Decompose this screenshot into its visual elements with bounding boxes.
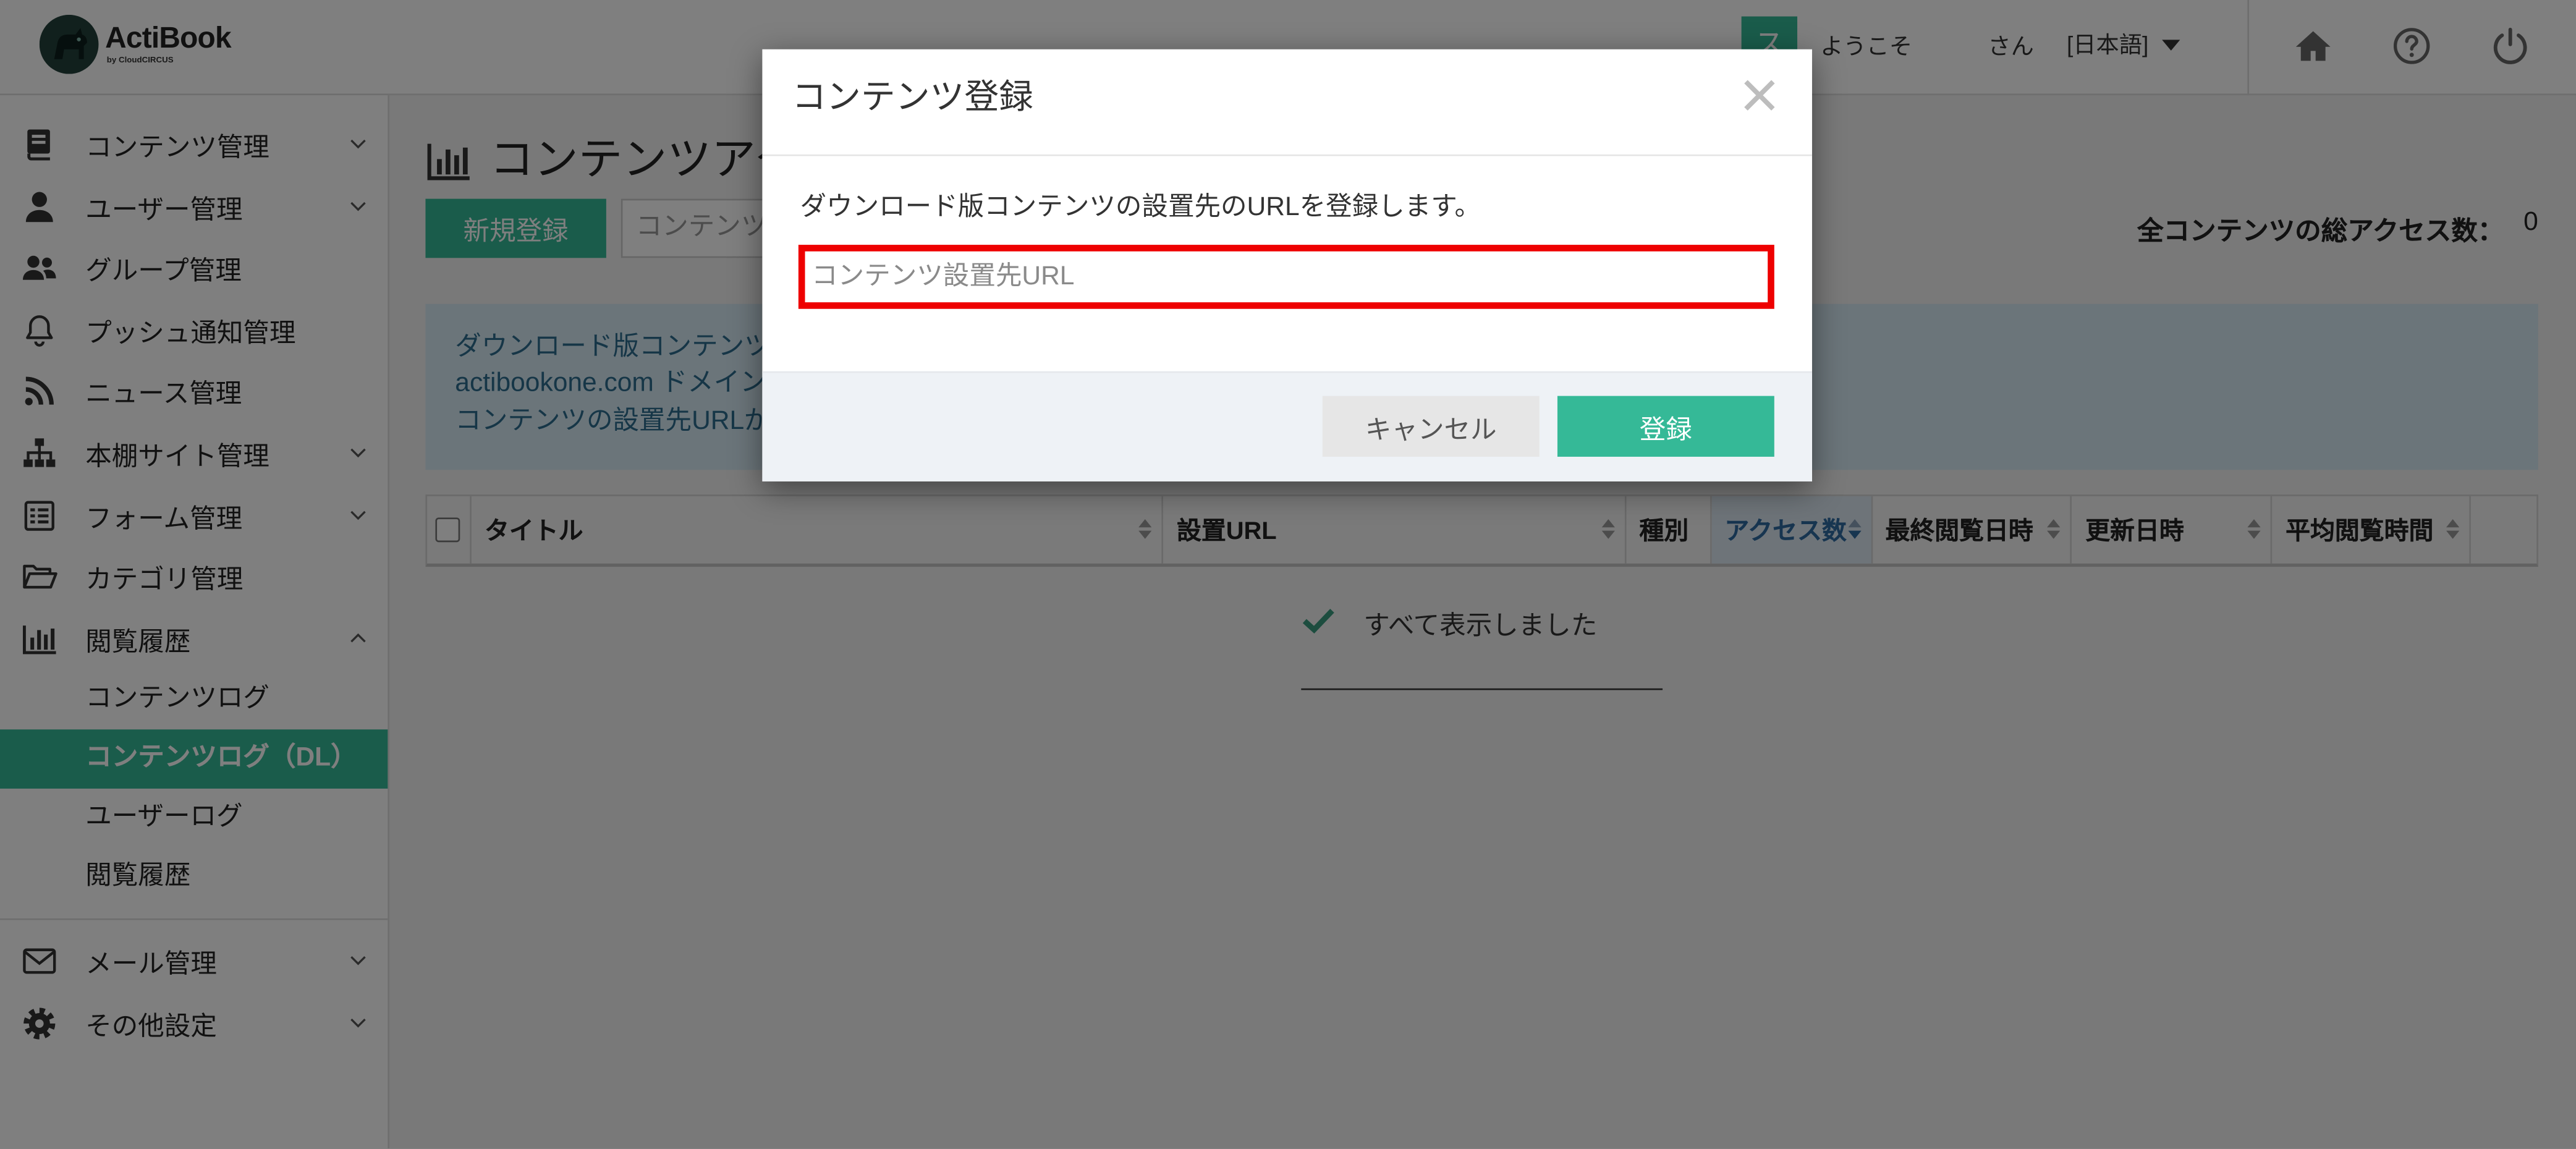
content-registration-dialog: コンテンツ登録 ダウンロード版コンテンツの設置先のURLを登録します。 キャンセ… [762, 49, 1812, 481]
dialog-description: ダウンロード版コンテンツの設置先のURLを登録します。 [800, 193, 1481, 222]
close-icon [1740, 77, 1779, 113]
register-button[interactable]: 登録 [1557, 396, 1774, 457]
app-window: ActiBook by CloudCIRCUS ス ようこそ さん [日本語] [0, 0, 2576, 1149]
dialog-footer: キャンセル 登録 [762, 371, 1812, 481]
dialog-header: コンテンツ登録 [762, 49, 1812, 156]
content-url-input[interactable] [798, 245, 1774, 309]
dialog-close-button[interactable] [1740, 75, 1779, 115]
dialog-title: コンテンツ登録 [792, 78, 1033, 117]
cancel-button[interactable]: キャンセル [1322, 396, 1540, 457]
